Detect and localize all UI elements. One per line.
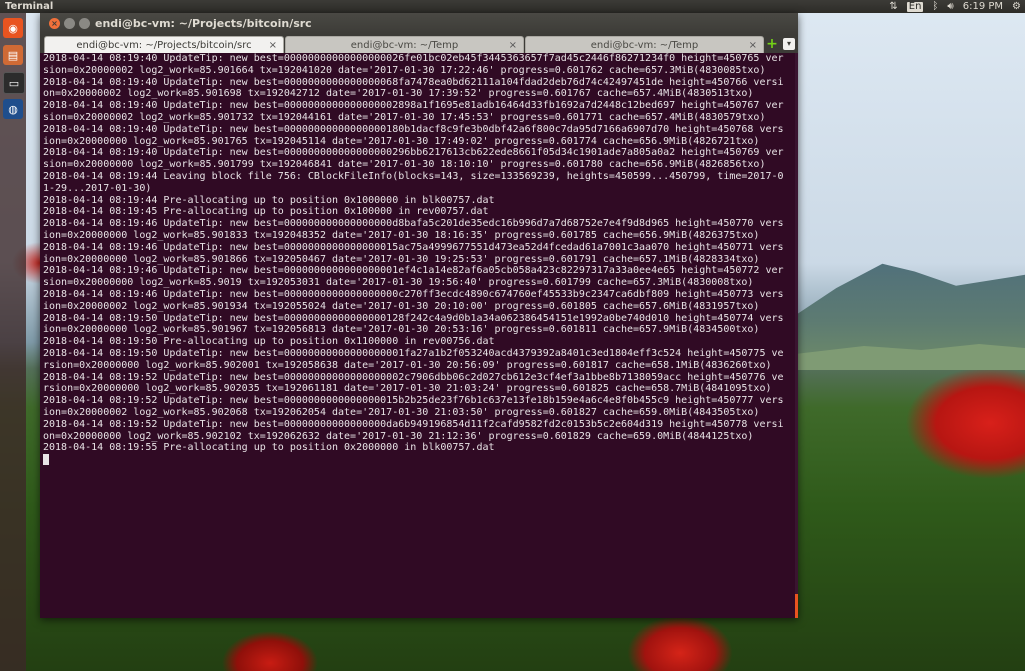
terminal-line: 2018-04-14 08:19:40 UpdateTip: new best=… bbox=[43, 123, 784, 147]
terminal-text: 2018-04-14 08:19:40 UpdateTip: new best=… bbox=[43, 53, 788, 467]
new-tab-button[interactable]: + bbox=[766, 37, 778, 51]
window-title: endi@bc-vm: ~/Projects/bitcoin/src bbox=[95, 17, 312, 30]
indicator-area: ⇅ En ᛒ 🔊︎ 6:19 PM ⚙ bbox=[889, 0, 1021, 13]
tab-temp-2[interactable]: endi@bc-vm: ~/Temp × bbox=[525, 36, 764, 53]
tab-bitcoin-src[interactable]: endi@bc-vm: ~/Projects/bitcoin/src × bbox=[44, 36, 284, 53]
firefox-launcher-icon[interactable]: ◍ bbox=[3, 99, 23, 119]
tab-close-icon[interactable]: × bbox=[509, 37, 517, 54]
terminal-scrollbar[interactable] bbox=[795, 53, 798, 618]
terminal-line: 2018-04-14 08:19:40 UpdateTip: new best=… bbox=[43, 76, 784, 100]
tab-label: endi@bc-vm: ~/Projects/bitcoin/src bbox=[76, 40, 252, 51]
terminal-line: 2018-04-14 08:19:44 Pre-allocating up to… bbox=[43, 194, 495, 206]
keyboard-layout-indicator[interactable]: En bbox=[906, 1, 924, 12]
terminal-output[interactable]: 2018-04-14 08:19:40 UpdateTip: new best=… bbox=[40, 53, 798, 618]
tab-bar: endi@bc-vm: ~/Projects/bitcoin/src × end… bbox=[40, 35, 798, 53]
terminal-launcher-icon[interactable]: ▭ bbox=[3, 72, 25, 94]
terminal-line: 2018-04-14 08:19:50 Pre-allocating up to… bbox=[43, 336, 495, 348]
terminal-line: 2018-04-14 08:19:46 UpdateTip: new best=… bbox=[43, 218, 784, 241]
terminal-line: 2018-04-14 08:19:40 UpdateTip: new best=… bbox=[43, 147, 784, 171]
scrollbar-thumb[interactable] bbox=[795, 594, 798, 618]
tab-temp-1[interactable]: endi@bc-vm: ~/Temp × bbox=[285, 36, 524, 53]
settings-gear-icon[interactable]: ⚙ bbox=[1012, 0, 1021, 13]
terminal-line: 2018-04-14 08:19:50 UpdateTip: new best=… bbox=[43, 347, 784, 371]
tab-label: endi@bc-vm: ~/Temp bbox=[350, 40, 459, 51]
terminal-line: 2018-04-14 08:19:46 UpdateTip: new best=… bbox=[43, 288, 784, 312]
bluetooth-icon[interactable]: ᛒ bbox=[932, 0, 938, 13]
tab-close-icon[interactable]: × bbox=[749, 37, 757, 54]
terminal-window: × endi@bc-vm: ~/Projects/bitcoin/src end… bbox=[40, 13, 798, 618]
terminal-line: 2018-04-14 08:19:50 UpdateTip: new best=… bbox=[43, 312, 784, 336]
terminal-line: 2018-04-14 08:19:40 UpdateTip: new best=… bbox=[43, 100, 784, 123]
top-panel: Terminal ⇅ En ᛒ 🔊︎ 6:19 PM ⚙ bbox=[0, 0, 1025, 13]
volume-icon[interactable]: 🔊︎ bbox=[947, 0, 953, 13]
tab-menu-button[interactable]: ▾ bbox=[783, 38, 795, 50]
close-window-button[interactable]: × bbox=[49, 18, 60, 29]
tab-label: endi@bc-vm: ~/Temp bbox=[590, 40, 699, 51]
dash-home-icon[interactable]: ◉ bbox=[3, 18, 23, 38]
active-app-title: Terminal bbox=[5, 1, 54, 12]
tab-close-icon[interactable]: × bbox=[269, 37, 277, 54]
files-launcher-icon[interactable]: ▤ bbox=[3, 45, 23, 65]
terminal-line: 2018-04-14 08:19:46 UpdateTip: new best=… bbox=[43, 241, 784, 265]
launcher-bar: ◉ ▤ ▭ ◍ bbox=[0, 13, 26, 671]
minimize-window-button[interactable] bbox=[64, 18, 75, 29]
terminal-line: 2018-04-14 08:19:44 Leaving block file 7… bbox=[43, 170, 784, 194]
terminal-line: 2018-04-14 08:19:52 UpdateTip: new best=… bbox=[43, 395, 784, 418]
terminal-line: 2018-04-14 08:19:46 UpdateTip: new best=… bbox=[43, 265, 784, 289]
network-arrows-icon[interactable]: ⇅ bbox=[889, 0, 897, 13]
window-titlebar[interactable]: × endi@bc-vm: ~/Projects/bitcoin/src bbox=[40, 13, 798, 35]
clock[interactable]: 6:19 PM bbox=[963, 0, 1003, 13]
maximize-window-button[interactable] bbox=[79, 18, 90, 29]
terminal-line: 2018-04-14 08:19:45 Pre-allocating up to… bbox=[43, 206, 489, 218]
terminal-line: 2018-04-14 08:19:40 UpdateTip: new best=… bbox=[43, 53, 784, 76]
terminal-cursor bbox=[43, 454, 49, 466]
terminal-line: 2018-04-14 08:19:52 UpdateTip: new best=… bbox=[43, 371, 784, 395]
terminal-line: 2018-04-14 08:19:52 UpdateTip: new best=… bbox=[43, 418, 784, 442]
terminal-line: 2018-04-14 08:19:55 Pre-allocating up to… bbox=[43, 442, 495, 454]
